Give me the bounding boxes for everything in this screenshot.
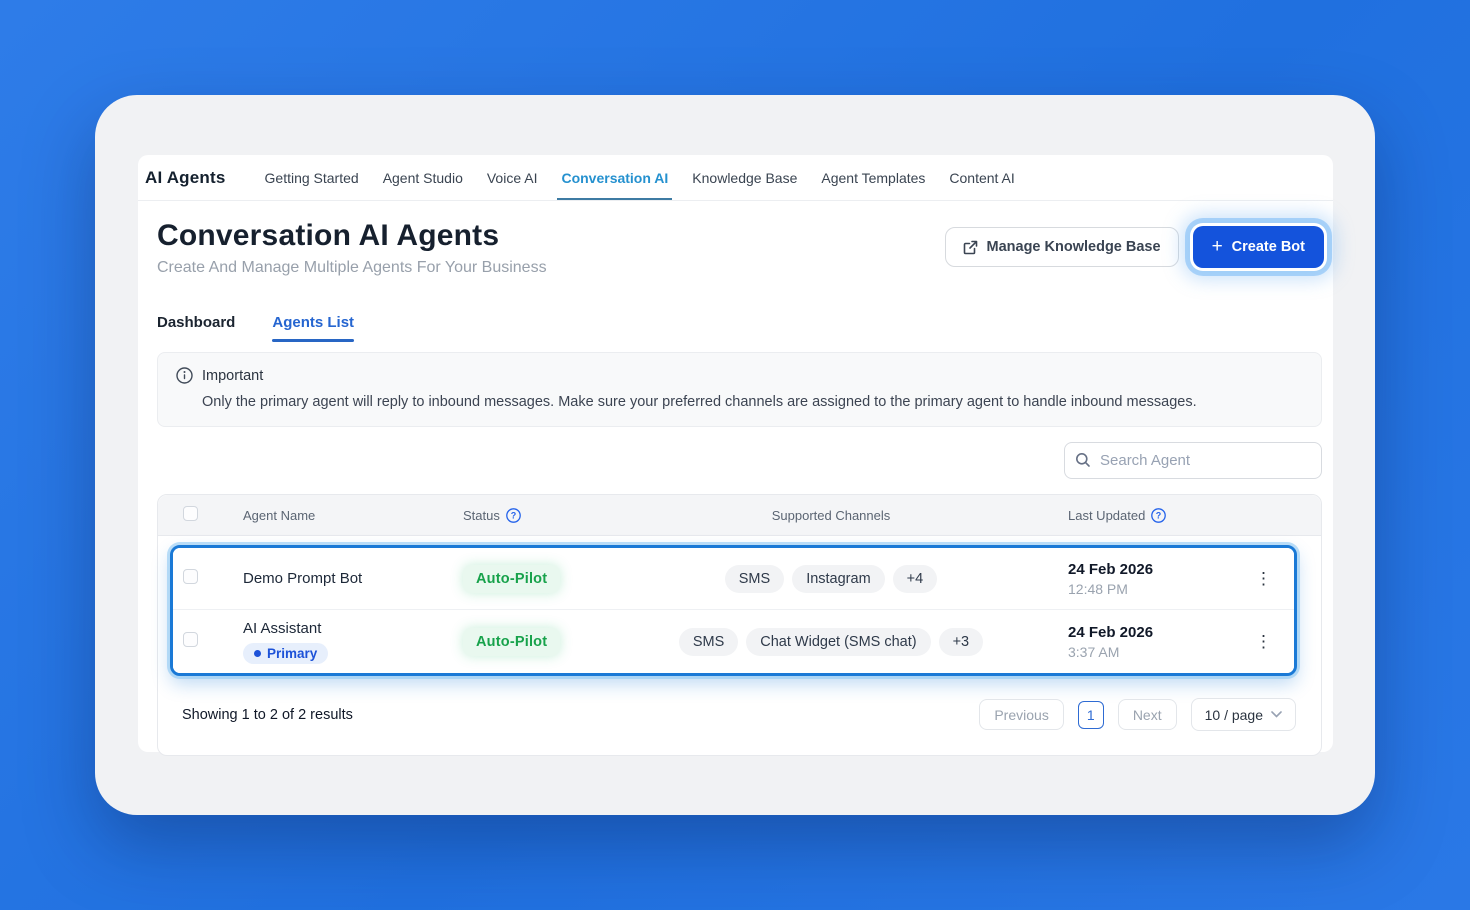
table-row[interactable]: AI Assistant Primary Auto-Pilot SMS Chat… [173,609,1294,673]
info-circle-icon [176,367,193,384]
svg-text:?: ? [511,510,517,520]
page-title-block: Conversation AI Agents Create And Manage… [157,219,547,277]
table-footer: Showing 1 to 2 of 2 results Previous 1 N… [158,676,1321,755]
nav-item-conversation-ai[interactable]: Conversation AI [557,155,673,201]
pagination: Previous 1 Next 10 / page [979,698,1296,731]
selected-rows-highlight: Demo Prompt Bot Auto-Pilot SMS Instagram… [170,545,1297,676]
column-status: Status ? [458,508,616,523]
page-header: Conversation AI Agents Create And Manage… [138,201,1333,277]
tab-agents-list[interactable]: Agents List [272,314,354,342]
select-all-checkbox[interactable] [183,506,198,521]
row-checkbox[interactable] [183,568,198,584]
notice-body: Only the primary agent will reply to inb… [202,394,1197,410]
results-summary: Showing 1 to 2 of 2 results [182,706,353,723]
manage-knowledge-base-button[interactable]: Manage Knowledge Base [944,227,1179,267]
channel-more-chip[interactable]: +3 [938,627,984,656]
last-updated-date: 24 Feb 2026 [1068,623,1154,641]
status-badge: Auto-Pilot [463,564,561,593]
kebab-menu-icon[interactable]: ⋮ [1249,566,1279,591]
status-help-icon[interactable]: ? [506,507,521,523]
top-nav: AI Agents Getting Started Agent Studio V… [138,155,1333,201]
nav-item-getting-started[interactable]: Getting Started [265,155,359,201]
search-input[interactable] [1064,442,1322,479]
agent-name: Demo Prompt Bot [243,570,363,587]
agent-name-cell: Demo Prompt Bot [226,570,458,587]
row-actions-cell: ⋮ [1234,629,1294,654]
next-page-button[interactable]: Next [1117,699,1177,730]
last-updated-time: 3:37 AM [1068,643,1120,660]
status-cell: Auto-Pilot [458,564,616,593]
app-card: AI Agents Getting Started Agent Studio V… [95,95,1375,815]
manage-knowledge-base-label: Manage Knowledge Base [986,239,1161,255]
previous-page-button[interactable]: Previous [979,699,1064,730]
chevron-down-icon [1271,709,1282,721]
row-checkbox-cell [173,631,226,652]
agent-name-cell: AI Assistant Primary [226,620,458,664]
nav-item-agent-studio[interactable]: Agent Studio [383,155,463,201]
search-box [1064,442,1322,479]
column-last-updated: Last Updated ? [1046,508,1261,523]
agent-name: AI Assistant [243,619,322,637]
status-cell: Auto-Pilot [458,627,616,656]
notice-title: Important [202,367,264,384]
column-supported-channels-label: Supported Channels [771,507,891,523]
last-updated-cell: 24 Feb 2026 3:37 AM [1046,624,1234,660]
kebab-menu-icon[interactable]: ⋮ [1249,629,1279,654]
nav-item-voice-ai[interactable]: Voice AI [487,155,538,201]
last-updated-cell: 24 Feb 2026 12:48 PM [1046,561,1234,597]
plus-icon: + [1211,235,1223,257]
search-icon [1076,453,1090,467]
page-subtitle: Create And Manage Multiple Agents For Yo… [157,259,547,276]
row-actions-cell: ⋮ [1234,566,1294,591]
create-bot-button[interactable]: + Create Bot [1192,226,1324,268]
nav-item-agent-templates[interactable]: Agent Templates [821,155,925,201]
tab-dashboard[interactable]: Dashboard [157,314,235,342]
agents-table: Agent Name Status ? Supported Channels L… [157,494,1322,756]
sub-tabs: Dashboard Agents List [157,314,1333,342]
svg-text:?: ? [1156,510,1162,520]
external-link-icon [963,240,978,255]
primary-badge-label: Primary [267,645,318,661]
column-supported-channels: Supported Channels [616,508,1046,523]
notice-header: Important [176,367,1303,384]
last-updated-time: 12:48 PM [1068,580,1128,597]
table-row[interactable]: Demo Prompt Bot Auto-Pilot SMS Instagram… [173,548,1294,609]
page-number-button[interactable]: 1 [1077,700,1104,729]
main-panel: AI Agents Getting Started Agent Studio V… [138,155,1333,756]
last-updated-date: 24 Feb 2026 [1068,560,1154,578]
last-updated-help-icon[interactable]: ? [1151,507,1167,523]
important-notice: Important Only the primary agent will re… [157,352,1322,427]
page-size-value: 10 / page [1204,706,1263,723]
primary-badge: Primary [243,642,329,664]
column-agent-name: Agent Name [243,507,316,523]
page-size-select[interactable]: 10 / page [1190,698,1296,731]
status-badge: Auto-Pilot [463,627,561,656]
nav-item-knowledge-base[interactable]: Knowledge Base [692,155,797,201]
channel-chip: Instagram [792,564,885,593]
nav-item-content-ai[interactable]: Content AI [949,155,1014,201]
channel-chip: SMS [724,564,785,593]
channel-more-chip[interactable]: +4 [892,564,938,593]
column-status-label: Status [463,507,500,523]
channels-cell: SMS Chat Widget (SMS chat) +3 [616,627,1046,656]
page-title: Conversation AI Agents [157,219,500,252]
column-last-updated-label: Last Updated [1068,507,1146,523]
header-checkbox-cell [158,506,226,524]
primary-dot-icon [254,649,261,657]
search-row [138,442,1322,479]
app-brand: AI Agents [145,167,226,187]
channel-chip: Chat Widget (SMS chat) [746,627,931,656]
channels-cell: SMS Instagram +4 [616,564,1046,593]
row-checkbox-cell [173,568,226,589]
row-checkbox[interactable] [183,631,198,647]
create-bot-label: Create Bot [1231,239,1305,255]
channel-chip: SMS [678,627,739,656]
table-header-row: Agent Name Status ? Supported Channels L… [158,495,1321,536]
header-actions: Manage Knowledge Base + Create Bot [944,226,1324,268]
